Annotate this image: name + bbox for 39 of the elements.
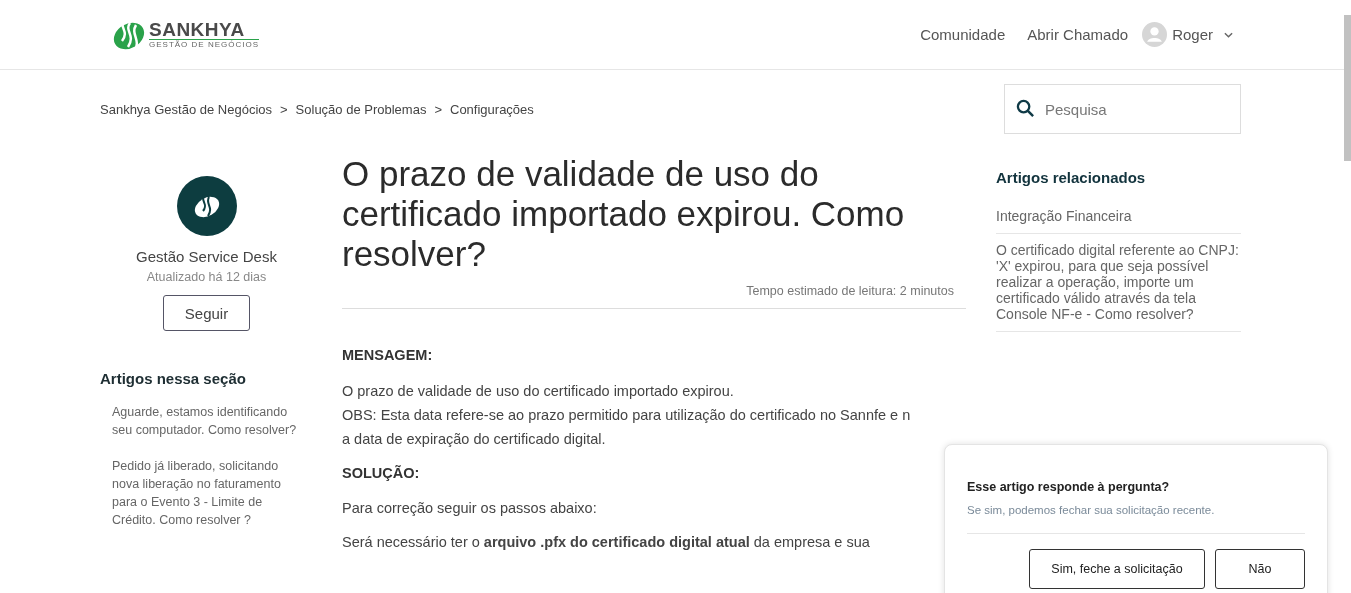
section-heading: SOLUÇÃO: [342,465,421,481]
reading-time: Tempo estimado de leitura: 2 minutos [342,284,966,309]
article-link[interactable]: Pedido já liberado, solicitando nova liberação no faturamento para o Evento 3 - Limite de Crédito. Como resolver ? [100,449,313,539]
chevron-down-icon [1224,31,1233,38]
section-heading: MENSAGEM: [342,347,434,363]
nav-link[interactable]: Abrir Chamado [1027,26,1129,43]
popup-button[interactable]: Sim, feche a solicitação [1029,549,1205,589]
user-name: Roger [1172,26,1213,43]
follow-button[interactable]: Seguir [163,295,250,331]
section-articles-heading: Artigos nessa seção [100,370,247,387]
updated-date: Atualizado há 12 dias [146,270,267,284]
related-article-link[interactable]: O certificado digital referente ao CNPJ: 'X' expirou, para que seja possível realizar a operação, importe um certificado válido através da tela Console NF-e - Como resolver? [996,234,1241,332]
body-text-line: OBS: Esta data refere-se ao prazo permitido para utilização do certificado no Sannfe e n [342,406,912,425]
breadcrumb-link[interactable]: Configurações [450,101,534,117]
company-logo[interactable]: SANKHYA GESTÃO DE NEGÓCIOS [112,14,259,55]
article-link[interactable]: Aguarde, estamos identificando seu computador. Como resolver? [100,395,313,449]
popup-question: Esse artigo responde à pergunta? [967,480,1171,494]
related-article-link[interactable]: Integração Financeira [996,200,1241,234]
breadcrumb-link[interactable]: Solução de Problemas [295,101,427,117]
breadcrumb-link[interactable]: Sankhya Gestão de Negócios [100,101,272,117]
search-field[interactable]: Pesquisa [1004,84,1241,134]
avatar-icon [1142,22,1168,47]
body-paragraph: Será necessário ter o arquivo .pfx do certificado digital atual da empresa e sua [342,533,871,552]
body-text-line: O prazo de validade de uso do certificado importado expirou. [342,382,735,401]
author-name: Gestão Service Desk [136,248,277,265]
popup-button[interactable]: Não [1215,549,1305,589]
article-title: O prazo de validade de uso do certificado importado expirou. Como resolver? [342,154,906,274]
body-paragraph: Para correção seguir os passos abaixo: [342,499,598,518]
logo-tagline: GESTÃO DE NEGÓCIOS [149,41,259,49]
breadcrumb-separator: > [280,101,288,117]
body-text-line: a data de expiração do certificado digital. [342,430,607,449]
popup-hint: Se sim, podemos fechar sua solicitação recente. [967,504,1305,534]
user-menu[interactable]: Roger [1142,22,1233,47]
author-avatar-icon [176,176,237,236]
related-articles-heading: Artigos relacionados [996,169,1147,186]
logo-wordmark: SANKHYA [149,20,259,40]
breadcrumb-separator: > [434,101,442,117]
scrollbar-thumb[interactable] [1344,15,1351,161]
nav-link[interactable]: Comunidade [920,26,1006,43]
